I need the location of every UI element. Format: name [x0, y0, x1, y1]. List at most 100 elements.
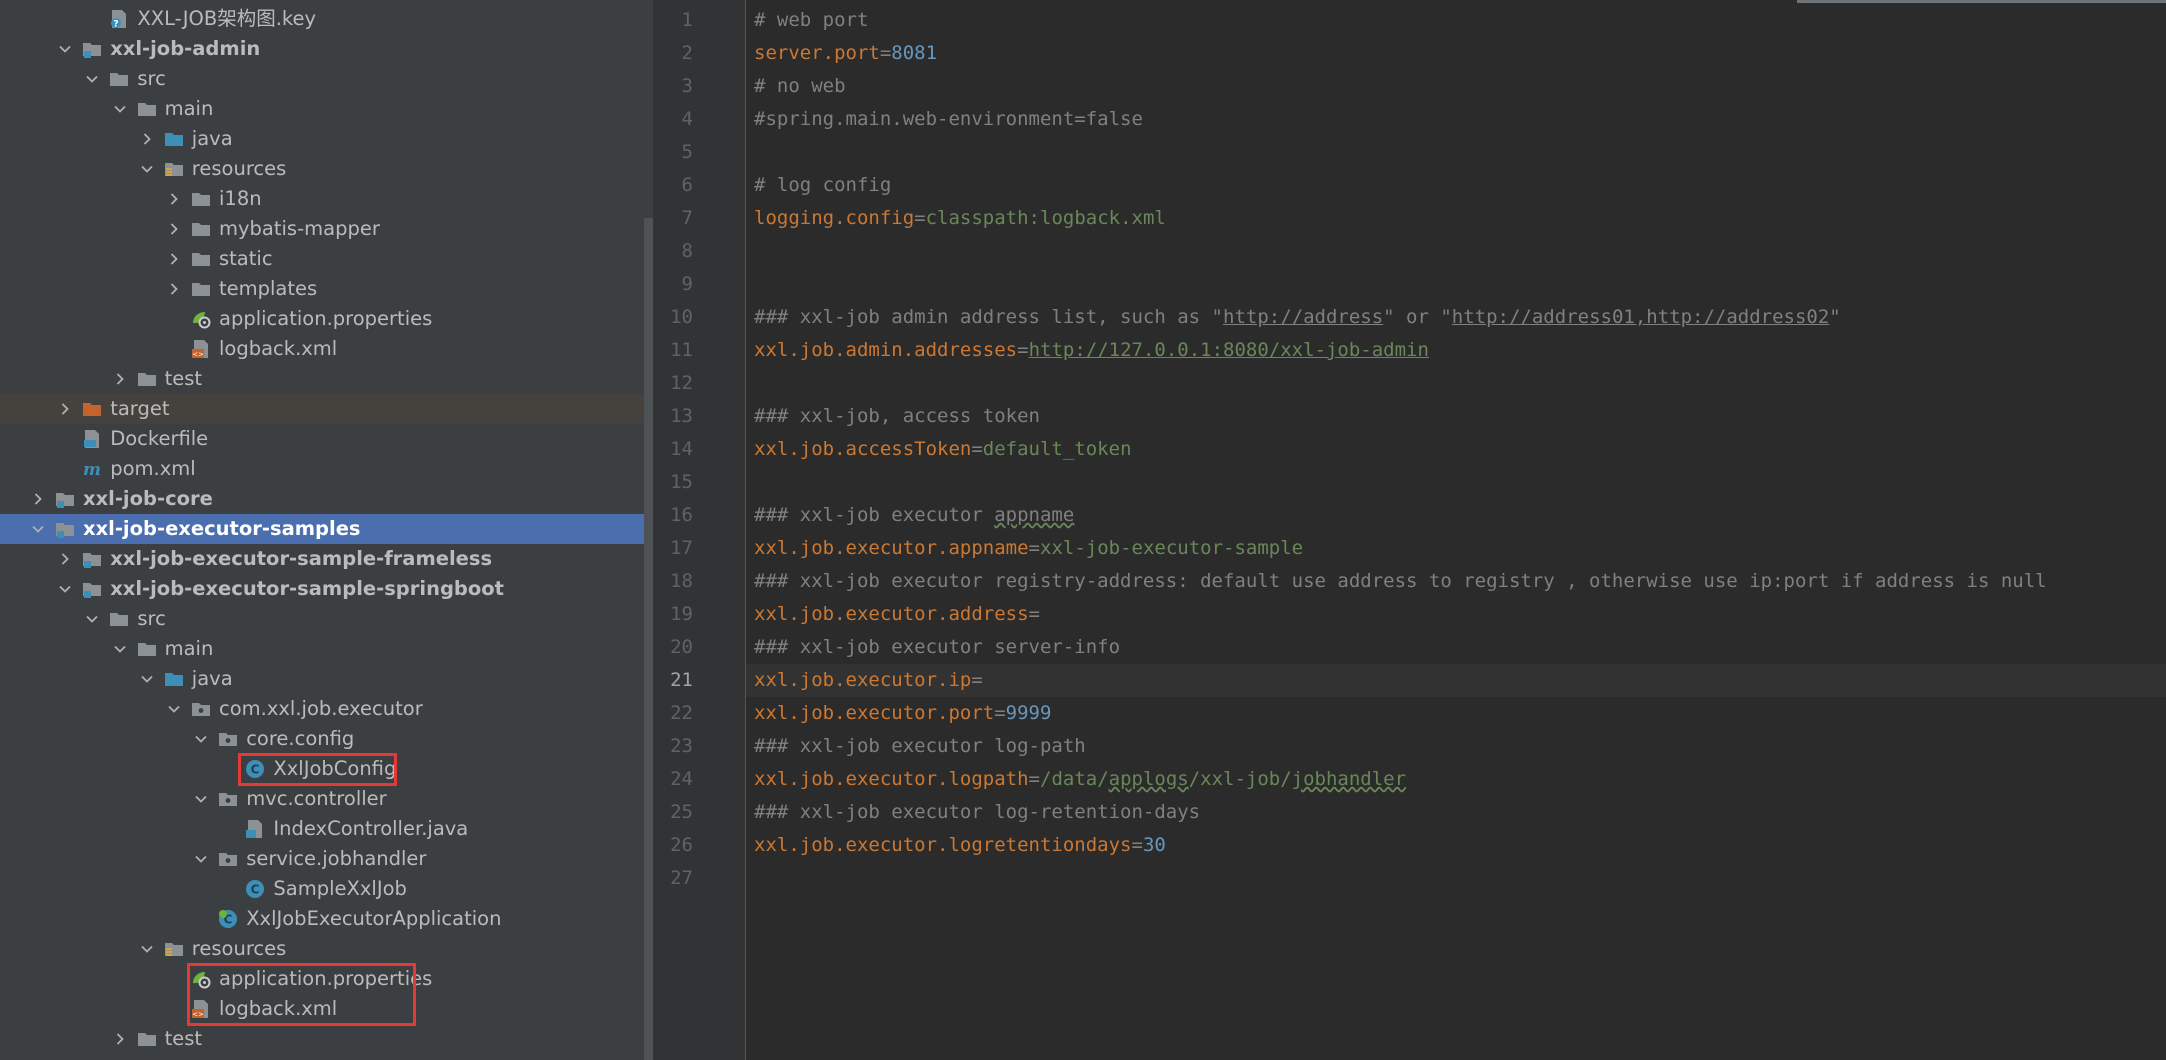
tree-item[interactable]: mybatis-mapper — [0, 214, 644, 244]
code-token: 9999 — [1005, 702, 1052, 724]
code-token: = — [1017, 339, 1029, 361]
tree-item[interactable]: main — [0, 634, 644, 664]
code-line[interactable]: ### xxl-job executor server-info — [754, 631, 1120, 664]
tree-item[interactable]: java — [0, 664, 644, 694]
tree-item[interactable]: xxl-job-core — [0, 484, 644, 514]
tree-item[interactable]: IndexController.java — [0, 814, 644, 844]
chevron-down-icon[interactable] — [166, 694, 182, 724]
code-line[interactable]: # no web — [754, 70, 846, 103]
code-line[interactable]: ### xxl-job admin address list, such as … — [754, 301, 1841, 334]
tree-item[interactable]: core.config — [0, 724, 644, 754]
code-line[interactable]: #spring.main.web-environment=false — [754, 103, 1143, 136]
chevron-right-icon[interactable] — [112, 364, 128, 394]
tree-item-label: static — [219, 247, 273, 270]
code-editor[interactable]: 1 2 3 4 5 6 7 8 9 10 11 12 13 14 15 16 17 18 19 20 21 22 23 24 2… — [653, 0, 2166, 1060]
chevron-down-icon[interactable] — [57, 34, 73, 64]
chevron-down-icon[interactable] — [139, 664, 155, 694]
chevron-down-icon[interactable] — [84, 604, 100, 634]
chevron-right-icon[interactable] — [57, 394, 73, 424]
tree-item[interactable]: <> logback.xml — [0, 334, 644, 364]
chevron-down-icon[interactable] — [112, 634, 128, 664]
chevron-right-icon[interactable] — [57, 544, 73, 574]
chevron-down-icon[interactable] — [57, 574, 73, 604]
tree-item[interactable]: i18n — [0, 184, 644, 214]
tree-item[interactable]: application.properties — [0, 304, 644, 334]
tree-item-label: Dockerfile — [110, 427, 209, 450]
tree-item[interactable]: m pom.xml — [0, 454, 644, 484]
tree-item[interactable]: static — [0, 244, 644, 274]
project-tree-scrollbar[interactable] — [644, 218, 653, 1060]
tree-item[interactable]: C XxlJobExecutorApplication — [0, 904, 644, 934]
code-line[interactable]: # log config — [754, 169, 891, 202]
code-line[interactable]: logging.config=classpath:logback.xml — [754, 202, 1166, 235]
tree-item[interactable]: C SampleXxlJob — [0, 874, 644, 904]
code-line[interactable]: ### xxl-job executor log-path — [754, 730, 1086, 763]
chevron-down-icon[interactable] — [193, 784, 209, 814]
code-token: = — [994, 702, 1006, 724]
chevron-down-icon[interactable] — [193, 724, 209, 754]
code-line[interactable]: ### xxl-job executor registry-address: d… — [754, 565, 2047, 598]
gutter-divider — [745, 0, 746, 1060]
svg-text:<>: <> — [192, 351, 204, 359]
chevron-down-icon[interactable] — [139, 934, 155, 964]
tree-item[interactable]: Dockerfile — [0, 424, 644, 454]
tree-item[interactable]: java — [0, 124, 644, 154]
package-icon — [218, 789, 238, 809]
tree-item[interactable]: com.xxl.job.executor — [0, 694, 644, 724]
chevron-right-icon[interactable] — [166, 274, 182, 304]
chevron-right-icon[interactable] — [166, 244, 182, 274]
editor-horizontal-scrollbar[interactable] — [1797, 0, 2166, 3]
code-line[interactable]: xxl.job.executor.port=9999 — [754, 697, 1051, 730]
code-line[interactable]: xxl.job.executor.ip= — [754, 664, 983, 697]
code-token: logging.config — [754, 207, 915, 229]
source-folder-icon — [164, 129, 184, 149]
tree-item[interactable]: target — [0, 394, 644, 424]
code-line[interactable]: xxl.job.executor.appname=xxl-job-executo… — [754, 532, 1303, 565]
module-folder-icon — [55, 519, 75, 539]
chevron-down-icon[interactable] — [112, 94, 128, 124]
tree-item[interactable]: service.jobhandler — [0, 844, 644, 874]
line-number: 24 — [670, 768, 693, 790]
chevron-right-icon[interactable] — [139, 124, 155, 154]
code-line[interactable]: ### xxl-job, access token — [754, 400, 1040, 433]
code-token: = — [1028, 603, 1040, 625]
code-line[interactable]: ### xxl-job executor appname — [754, 499, 1074, 532]
chevron-down-icon[interactable] — [30, 514, 46, 544]
tree-item-label: java — [191, 127, 233, 150]
code-token: xxl.job.admin.addresses — [754, 339, 1018, 361]
tree-item-label: test — [164, 1027, 203, 1050]
tree-item[interactable]: test — [0, 1024, 644, 1054]
tree-item[interactable]: xxl-job-executor-sample-springboot — [0, 574, 644, 604]
tree-item[interactable]: ? XXL-JOB架构图.key — [0, 4, 644, 34]
chevron-right-icon[interactable] — [166, 214, 182, 244]
tree-item[interactable]: xxl-job-executor-samples — [0, 514, 644, 544]
chevron-right-icon[interactable] — [112, 1024, 128, 1054]
folder-icon — [191, 249, 211, 269]
tree-item-label: templates — [219, 277, 318, 300]
code-line[interactable]: xxl.job.executor.logretentiondays=30 — [754, 829, 1166, 862]
project-tree[interactable]: ? XXL-JOB架构图.key xxl-job-admin src main java r… — [0, 0, 653, 1060]
chevron-down-icon[interactable] — [193, 844, 209, 874]
tree-item[interactable]: src — [0, 604, 644, 634]
tree-item[interactable]: mvc.controller — [0, 784, 644, 814]
tree-item[interactable]: xxl-job-executor-sample-frameless — [0, 544, 644, 574]
code-line[interactable]: xxl.job.admin.addresses=http://127.0.0.1… — [754, 334, 1429, 367]
chevron-down-icon[interactable] — [139, 154, 155, 184]
tree-item[interactable]: main — [0, 94, 644, 124]
tree-item[interactable]: resources — [0, 934, 644, 964]
chevron-down-icon[interactable] — [84, 64, 100, 94]
code-line[interactable]: # web port — [754, 4, 868, 37]
tree-item[interactable]: test — [0, 364, 644, 394]
code-line[interactable]: ### xxl-job executor log-retention-days — [754, 796, 1200, 829]
code-line[interactable]: xxl.job.executor.logpath=/data/applogs/x… — [754, 763, 1406, 796]
code-line[interactable]: xxl.job.accessToken=default_token — [754, 433, 1132, 466]
tree-item[interactable]: templates — [0, 274, 644, 304]
tree-item-label: application.properties — [219, 307, 433, 330]
chevron-right-icon[interactable] — [30, 484, 46, 514]
tree-item[interactable]: resources — [0, 154, 644, 184]
code-line[interactable]: server.port=8081 — [754, 37, 937, 70]
code-line[interactable]: xxl.job.executor.address= — [754, 598, 1040, 631]
tree-item[interactable]: xxl-job-admin — [0, 34, 644, 64]
tree-item[interactable]: src — [0, 64, 644, 94]
chevron-right-icon[interactable] — [166, 184, 182, 214]
